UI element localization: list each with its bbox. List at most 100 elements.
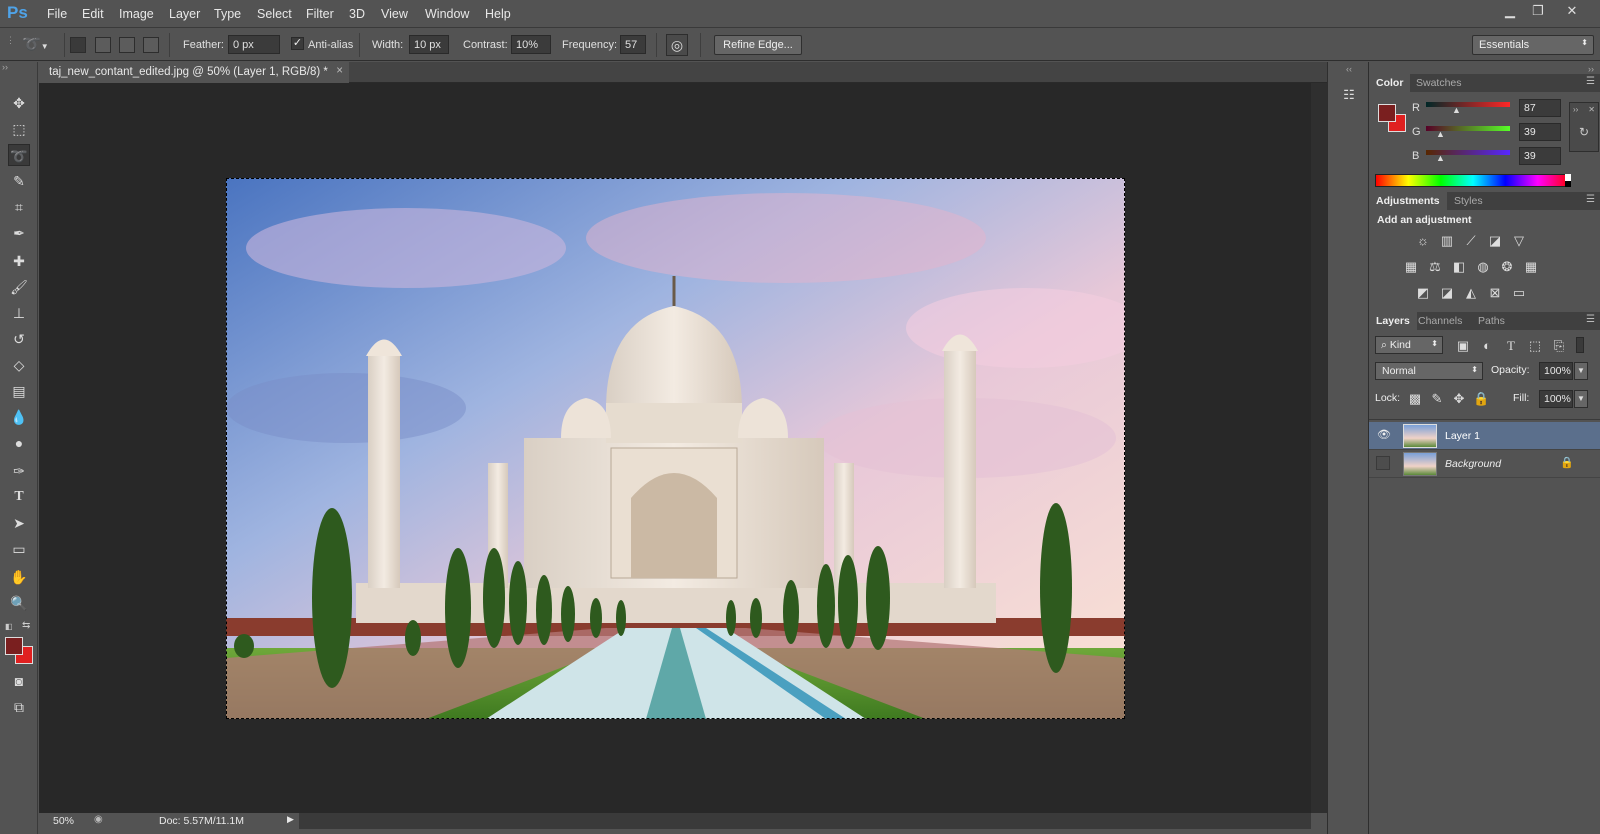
filter-smart-object-icon[interactable]: ⎘ xyxy=(1551,339,1567,353)
hue-saturation-icon[interactable]: ▦ xyxy=(1403,260,1419,274)
layer-row-layer-1[interactable]: 👁 Layer 1 xyxy=(1369,422,1600,450)
tab-adjustments[interactable]: Adjustments xyxy=(1369,192,1447,210)
panel-dock-collapse-icon[interactable]: ›› xyxy=(1588,64,1594,74)
brightness-contrast-icon[interactable]: ☼ xyxy=(1415,234,1431,248)
restore-icon[interactable]: ❐ xyxy=(1524,2,1552,20)
gradient-map-icon[interactable]: ▭ xyxy=(1511,286,1527,300)
tab-channels[interactable]: Channels xyxy=(1411,312,1469,330)
refine-edge-button[interactable]: Refine Edge... xyxy=(714,35,802,55)
rectangle-tool-icon[interactable]: ▭ xyxy=(8,538,30,560)
zoom-tool-icon[interactable]: 🔍 xyxy=(8,592,30,614)
threshold-icon[interactable]: ◭ xyxy=(1463,286,1479,300)
lock-transparent-icon[interactable]: ▩ xyxy=(1407,392,1423,406)
color-fg-swatch[interactable] xyxy=(1378,104,1396,122)
panel-menu-icon[interactable]: ☰ xyxy=(1586,314,1595,325)
vertical-scrollbar[interactable] xyxy=(1311,83,1327,813)
menu-file[interactable]: File xyxy=(47,7,67,21)
filter-type-icon[interactable]: T xyxy=(1503,339,1519,353)
default-colors-icon[interactable]: ◧ xyxy=(5,622,13,631)
tab-styles[interactable]: Styles xyxy=(1447,192,1490,210)
intersect-selection-button[interactable] xyxy=(143,37,159,53)
menu-help[interactable]: Help xyxy=(485,7,511,21)
add-to-selection-button[interactable] xyxy=(95,37,111,53)
contrast-input[interactable]: 10% xyxy=(511,35,551,54)
feather-input[interactable]: 0 px xyxy=(228,35,280,54)
opacity-dropdown-icon[interactable]: ▼ xyxy=(1574,362,1588,380)
eraser-tool-icon[interactable]: ◇ xyxy=(8,354,30,376)
g-value[interactable]: 39 xyxy=(1519,123,1561,141)
spectrum-white-chip[interactable] xyxy=(1565,174,1571,181)
status-menu-arrow-icon[interactable]: ▶ xyxy=(287,814,294,825)
frequency-input[interactable]: 57 xyxy=(620,35,646,54)
filter-pixel-icon[interactable]: ▣ xyxy=(1455,339,1471,353)
collapse-strip-icon[interactable]: ‹‹ xyxy=(1346,64,1352,74)
b-slider-thumb-icon[interactable]: ▲ xyxy=(1436,153,1445,163)
visibility-toggle[interactable] xyxy=(1376,456,1390,470)
healing-brush-tool-icon[interactable]: ✚ xyxy=(8,250,30,272)
filter-toggle[interactable] xyxy=(1576,337,1584,353)
minimize-icon[interactable]: ▁ xyxy=(1496,2,1524,20)
close-icon[interactable]: ✕ xyxy=(1558,2,1586,20)
layer-filter-kind[interactable]: ⌕ Kind ⬍ xyxy=(1375,336,1443,354)
foreground-color-swatch[interactable] xyxy=(5,637,23,655)
history-panel-icon[interactable]: ☷ xyxy=(1340,87,1358,105)
tablet-pressure-icon[interactable]: ◎ xyxy=(666,34,688,56)
levels-icon[interactable]: ▥ xyxy=(1439,234,1455,248)
color-lookup-icon[interactable]: ▦ xyxy=(1523,260,1539,274)
layer-name[interactable]: Background xyxy=(1445,458,1501,470)
lock-position-icon[interactable]: ✥ xyxy=(1451,392,1467,406)
marquee-tool-icon[interactable]: ⬚ xyxy=(8,118,30,140)
collapse-icon[interactable]: ›› xyxy=(2,62,8,72)
properties-panel-icon[interactable]: ↻ xyxy=(1579,125,1589,139)
spectrum-black-chip[interactable] xyxy=(1565,181,1571,187)
vibrance-icon[interactable]: ▽ xyxy=(1511,234,1527,248)
b-value[interactable]: 39 xyxy=(1519,147,1561,165)
blend-mode-select[interactable]: Normal ⬍ xyxy=(1375,362,1483,380)
g-slider-thumb-icon[interactable]: ▲ xyxy=(1436,129,1445,139)
opacity-input[interactable]: 100% xyxy=(1539,362,1573,380)
tab-layers[interactable]: Layers xyxy=(1369,312,1417,330)
fill-input[interactable]: 100% xyxy=(1539,390,1573,408)
hand-tool-icon[interactable]: ✋ xyxy=(8,566,30,588)
status-info-icon[interactable]: ◉ xyxy=(94,814,103,825)
filter-shape-icon[interactable]: ⬚ xyxy=(1527,339,1543,353)
filter-adjustment-icon[interactable]: ◐ xyxy=(1479,339,1495,353)
black-white-icon[interactable]: ◧ xyxy=(1451,260,1467,274)
lock-image-icon[interactable]: ✎ xyxy=(1429,392,1445,406)
layer-row-background[interactable]: Background 🔒 xyxy=(1369,450,1600,478)
r-slider-thumb-icon[interactable]: ▲ xyxy=(1452,105,1461,115)
type-tool-icon[interactable]: T xyxy=(8,486,30,508)
move-tool-icon[interactable]: ✥ xyxy=(8,92,30,114)
menu-select[interactable]: Select xyxy=(257,7,292,21)
panel-menu-icon[interactable]: ☰ xyxy=(1586,76,1595,87)
menu-view[interactable]: View xyxy=(381,7,408,21)
menu-3d[interactable]: 3D xyxy=(349,7,365,21)
eyedropper-tool-icon[interactable]: ✒ xyxy=(8,222,30,244)
expand-icon[interactable]: ›› xyxy=(1573,105,1578,114)
crop-tool-icon[interactable]: ⌗ xyxy=(8,196,30,218)
menu-edit[interactable]: Edit xyxy=(82,7,104,21)
clone-stamp-tool-icon[interactable]: ⊥ xyxy=(8,302,30,324)
blur-tool-icon[interactable]: 💧 xyxy=(8,406,30,428)
subtract-from-selection-button[interactable] xyxy=(119,37,135,53)
color-balance-icon[interactable]: ⚖ xyxy=(1427,260,1443,274)
posterize-icon[interactable]: ◪ xyxy=(1439,286,1455,300)
fill-dropdown-icon[interactable]: ▼ xyxy=(1574,390,1588,408)
quick-mask-icon[interactable]: ◙ xyxy=(8,670,30,692)
menu-window[interactable]: Window xyxy=(425,7,469,21)
workspace-switcher[interactable]: Essentials ⬍ xyxy=(1472,35,1594,55)
document-tab[interactable]: taj_new_contant_edited.jpg @ 50% (Layer … xyxy=(39,62,349,83)
path-selection-tool-icon[interactable]: ➤ xyxy=(8,512,30,534)
tab-paths[interactable]: Paths xyxy=(1471,312,1512,330)
channel-mixer-icon[interactable]: ❂ xyxy=(1499,260,1515,274)
layer-name[interactable]: Layer 1 xyxy=(1445,430,1480,442)
tool-preset-picker[interactable]: ➰▼ xyxy=(22,35,58,55)
history-brush-tool-icon[interactable]: ↺ xyxy=(8,328,30,350)
swap-colors-icon[interactable]: ⇆ xyxy=(22,620,30,631)
magnetic-lasso-tool-icon[interactable]: ➰ xyxy=(8,144,30,166)
menu-image[interactable]: Image xyxy=(119,7,154,21)
tab-swatches[interactable]: Swatches xyxy=(1409,74,1469,92)
new-selection-button[interactable] xyxy=(70,37,86,53)
curves-icon[interactable]: ⟋ xyxy=(1463,234,1479,248)
close-icon[interactable]: ✕ xyxy=(1588,105,1595,114)
